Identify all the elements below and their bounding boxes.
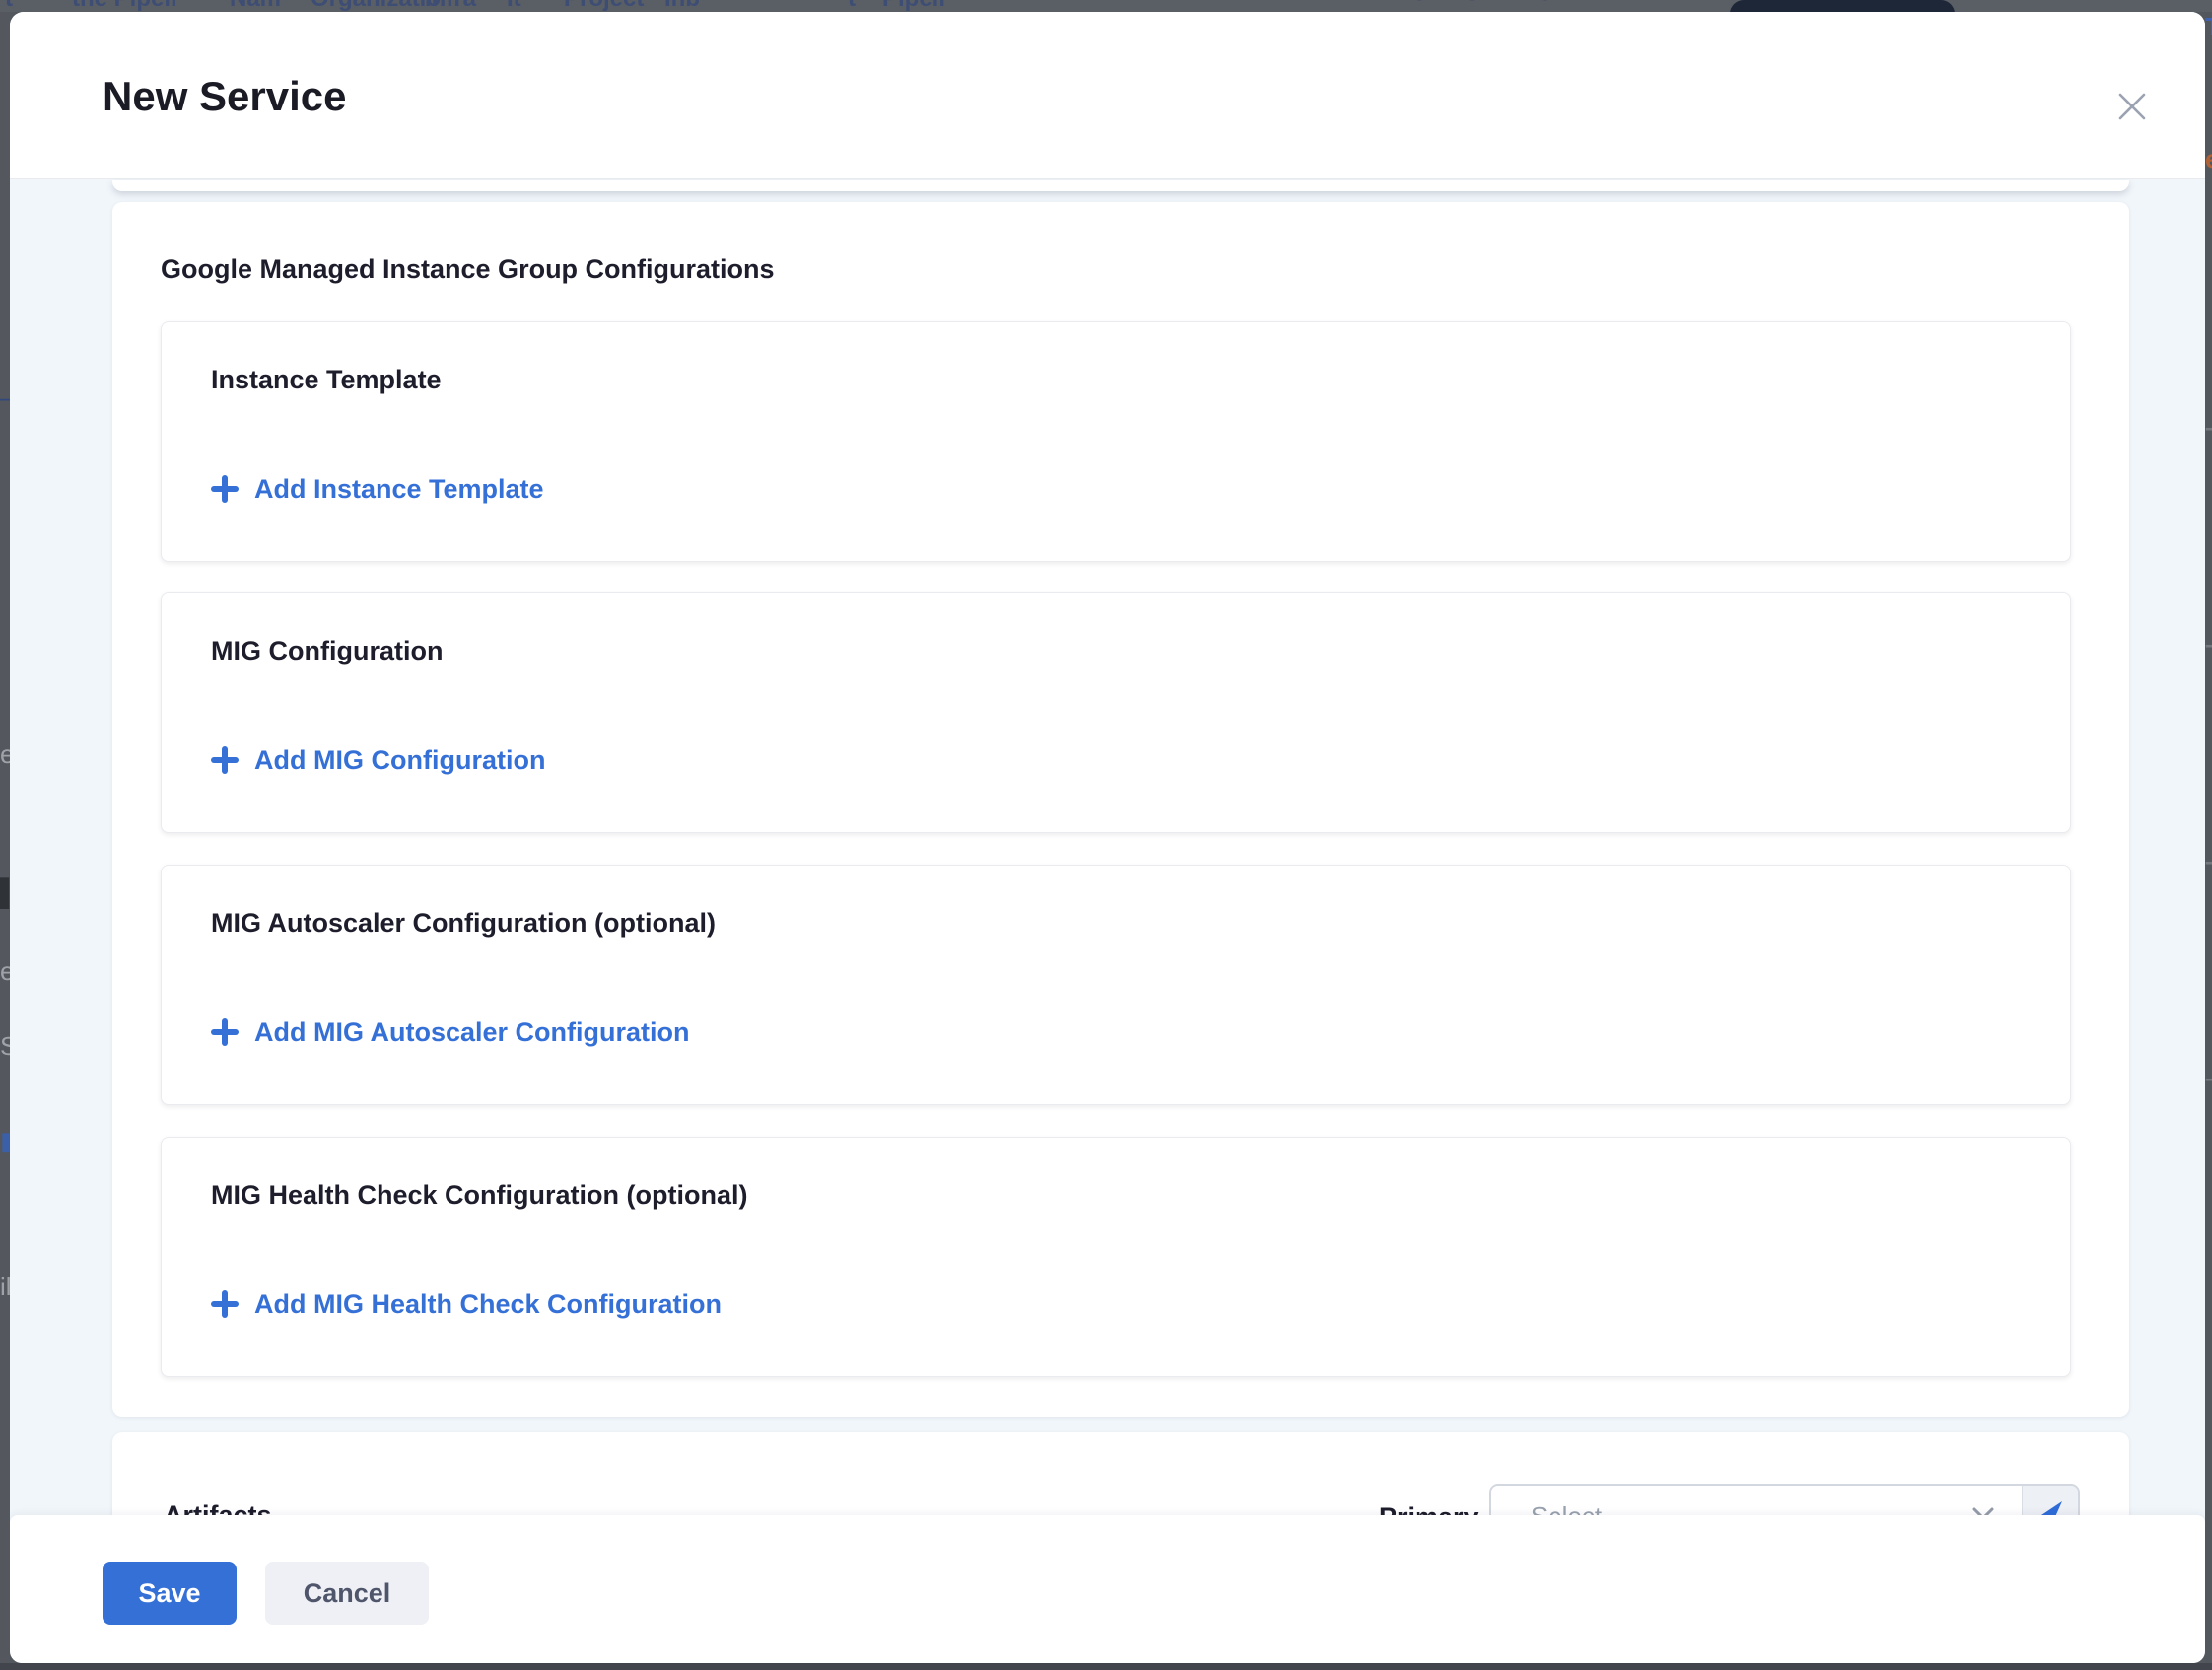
save-button[interactable]: Save bbox=[103, 1562, 237, 1625]
plus-icon bbox=[209, 1016, 241, 1048]
background-text-fragment: e bbox=[2205, 146, 2212, 172]
plus-icon bbox=[209, 744, 241, 776]
chevron-down-icon bbox=[1972, 1507, 1994, 1515]
page-title: New Service bbox=[103, 73, 347, 120]
background-text-fragment: il bbox=[0, 1274, 10, 1299]
background-text-fragment: It bbox=[507, 0, 521, 11]
background-text-fragment: Nam bbox=[230, 0, 281, 11]
dimmed-background-left: — e ▌ e S ▮ il bbox=[0, 12, 10, 1663]
background-text-fragment: S bbox=[0, 1033, 10, 1059]
primary-artifact-select-group: - Select bbox=[1489, 1484, 2080, 1515]
mig-configurations-panel: Google Managed Instance Group Configurat… bbox=[112, 202, 2129, 1417]
mig-section-heading: Google Managed Instance Group Configurat… bbox=[161, 253, 775, 287]
artifacts-heading: Artifacts bbox=[164, 1499, 272, 1515]
add-mig-configuration-link[interactable]: Add MIG Configuration bbox=[209, 741, 545, 779]
artifacts-panel: Artifacts Primary - Select bbox=[112, 1432, 2129, 1515]
add-link-label: Add MIG Health Check Configuration bbox=[254, 1291, 722, 1318]
modal-scroll-body: Google Managed Instance Group Configurat… bbox=[10, 179, 2205, 1515]
close-button[interactable] bbox=[2108, 83, 2156, 130]
add-link-label: Add MIG Configuration bbox=[254, 747, 545, 774]
add-mig-autoscaler-link[interactable]: Add MIG Autoscaler Configuration bbox=[209, 1013, 690, 1051]
scrolled-card-sliver bbox=[112, 180, 2129, 191]
mig-health-check-card: MIG Health Check Configuration (optional… bbox=[161, 1137, 2071, 1377]
modal-footer: Save Cancel bbox=[10, 1515, 2205, 1663]
mig-autoscaler-card: MIG Autoscaler Configuration (optional) … bbox=[161, 865, 2071, 1105]
background-text-fragment: t bbox=[5, 0, 13, 11]
plus-icon bbox=[209, 473, 241, 505]
background-text-fragment: ▌ bbox=[0, 879, 10, 905]
background-text-fragment: e bbox=[0, 958, 10, 984]
card-title: Instance Template bbox=[211, 364, 442, 397]
background-text-fragment: Organizatio bbox=[311, 0, 441, 11]
dimmed-background-right: Ti e – – – – bbox=[2205, 12, 2212, 1663]
background-text-fragment: ▮ bbox=[0, 1128, 10, 1153]
add-instance-template-link[interactable]: Add Instance Template bbox=[209, 470, 544, 508]
background-text-fragment: Ti bbox=[2205, 14, 2212, 39]
background-text-fragment: – bbox=[2205, 631, 2212, 657]
close-icon bbox=[2115, 90, 2149, 123]
instance-template-card: Instance Template Add Instance Template bbox=[161, 321, 2071, 562]
paper-plane-icon bbox=[2035, 1497, 2066, 1515]
add-link-label: Add MIG Autoscaler Configuration bbox=[254, 1019, 690, 1046]
background-text-fragment: — bbox=[0, 384, 10, 410]
card-title: MIG Autoscaler Configuration (optional) bbox=[211, 907, 716, 940]
background-text-fragment: e bbox=[0, 741, 10, 767]
card-title: MIG Configuration bbox=[211, 635, 443, 668]
cancel-button[interactable]: Cancel bbox=[265, 1562, 429, 1625]
background-logo-shape bbox=[1730, 0, 1955, 12]
plus-icon bbox=[209, 1288, 241, 1320]
background-text-fragment: t bbox=[848, 0, 856, 11]
background-pipeline-studio-text: PIPELINE STUDIO bbox=[1205, 0, 1562, 6]
mig-configuration-card: MIG Configuration Add MIG Configuration bbox=[161, 592, 2071, 833]
new-service-modal: New Service Google Managed Instance Grou… bbox=[10, 12, 2205, 1663]
primary-artifact-label: Primary bbox=[1379, 1501, 1479, 1515]
primary-artifact-select[interactable]: - Select bbox=[1491, 1486, 2023, 1515]
modal-header: New Service bbox=[10, 12, 2205, 179]
dimmed-background-bottom bbox=[0, 1663, 2212, 1670]
background-text-fragment: Infra bbox=[425, 0, 476, 11]
background-text-fragment: – bbox=[2205, 848, 2212, 873]
runtime-input-button[interactable] bbox=[2023, 1486, 2078, 1515]
add-link-label: Add Instance Template bbox=[254, 476, 544, 503]
card-title: MIG Health Check Configuration (optional… bbox=[211, 1179, 747, 1213]
dimmed-background-top: PIPELINE STUDIO t the Pipeli Nam Organizati… bbox=[0, 0, 2212, 12]
add-mig-health-check-link[interactable]: Add MIG Health Check Configuration bbox=[209, 1286, 722, 1323]
background-text-fragment: Inb bbox=[664, 0, 700, 11]
background-text-fragment: the Pipeli bbox=[72, 0, 177, 11]
background-text-fragment: Project bbox=[564, 0, 644, 11]
background-text-fragment: – bbox=[2205, 1065, 2212, 1090]
select-placeholder: - Select bbox=[1515, 1501, 1602, 1515]
background-text-fragment: – bbox=[2205, 414, 2212, 440]
background-text-fragment: Pipeli bbox=[882, 0, 945, 11]
